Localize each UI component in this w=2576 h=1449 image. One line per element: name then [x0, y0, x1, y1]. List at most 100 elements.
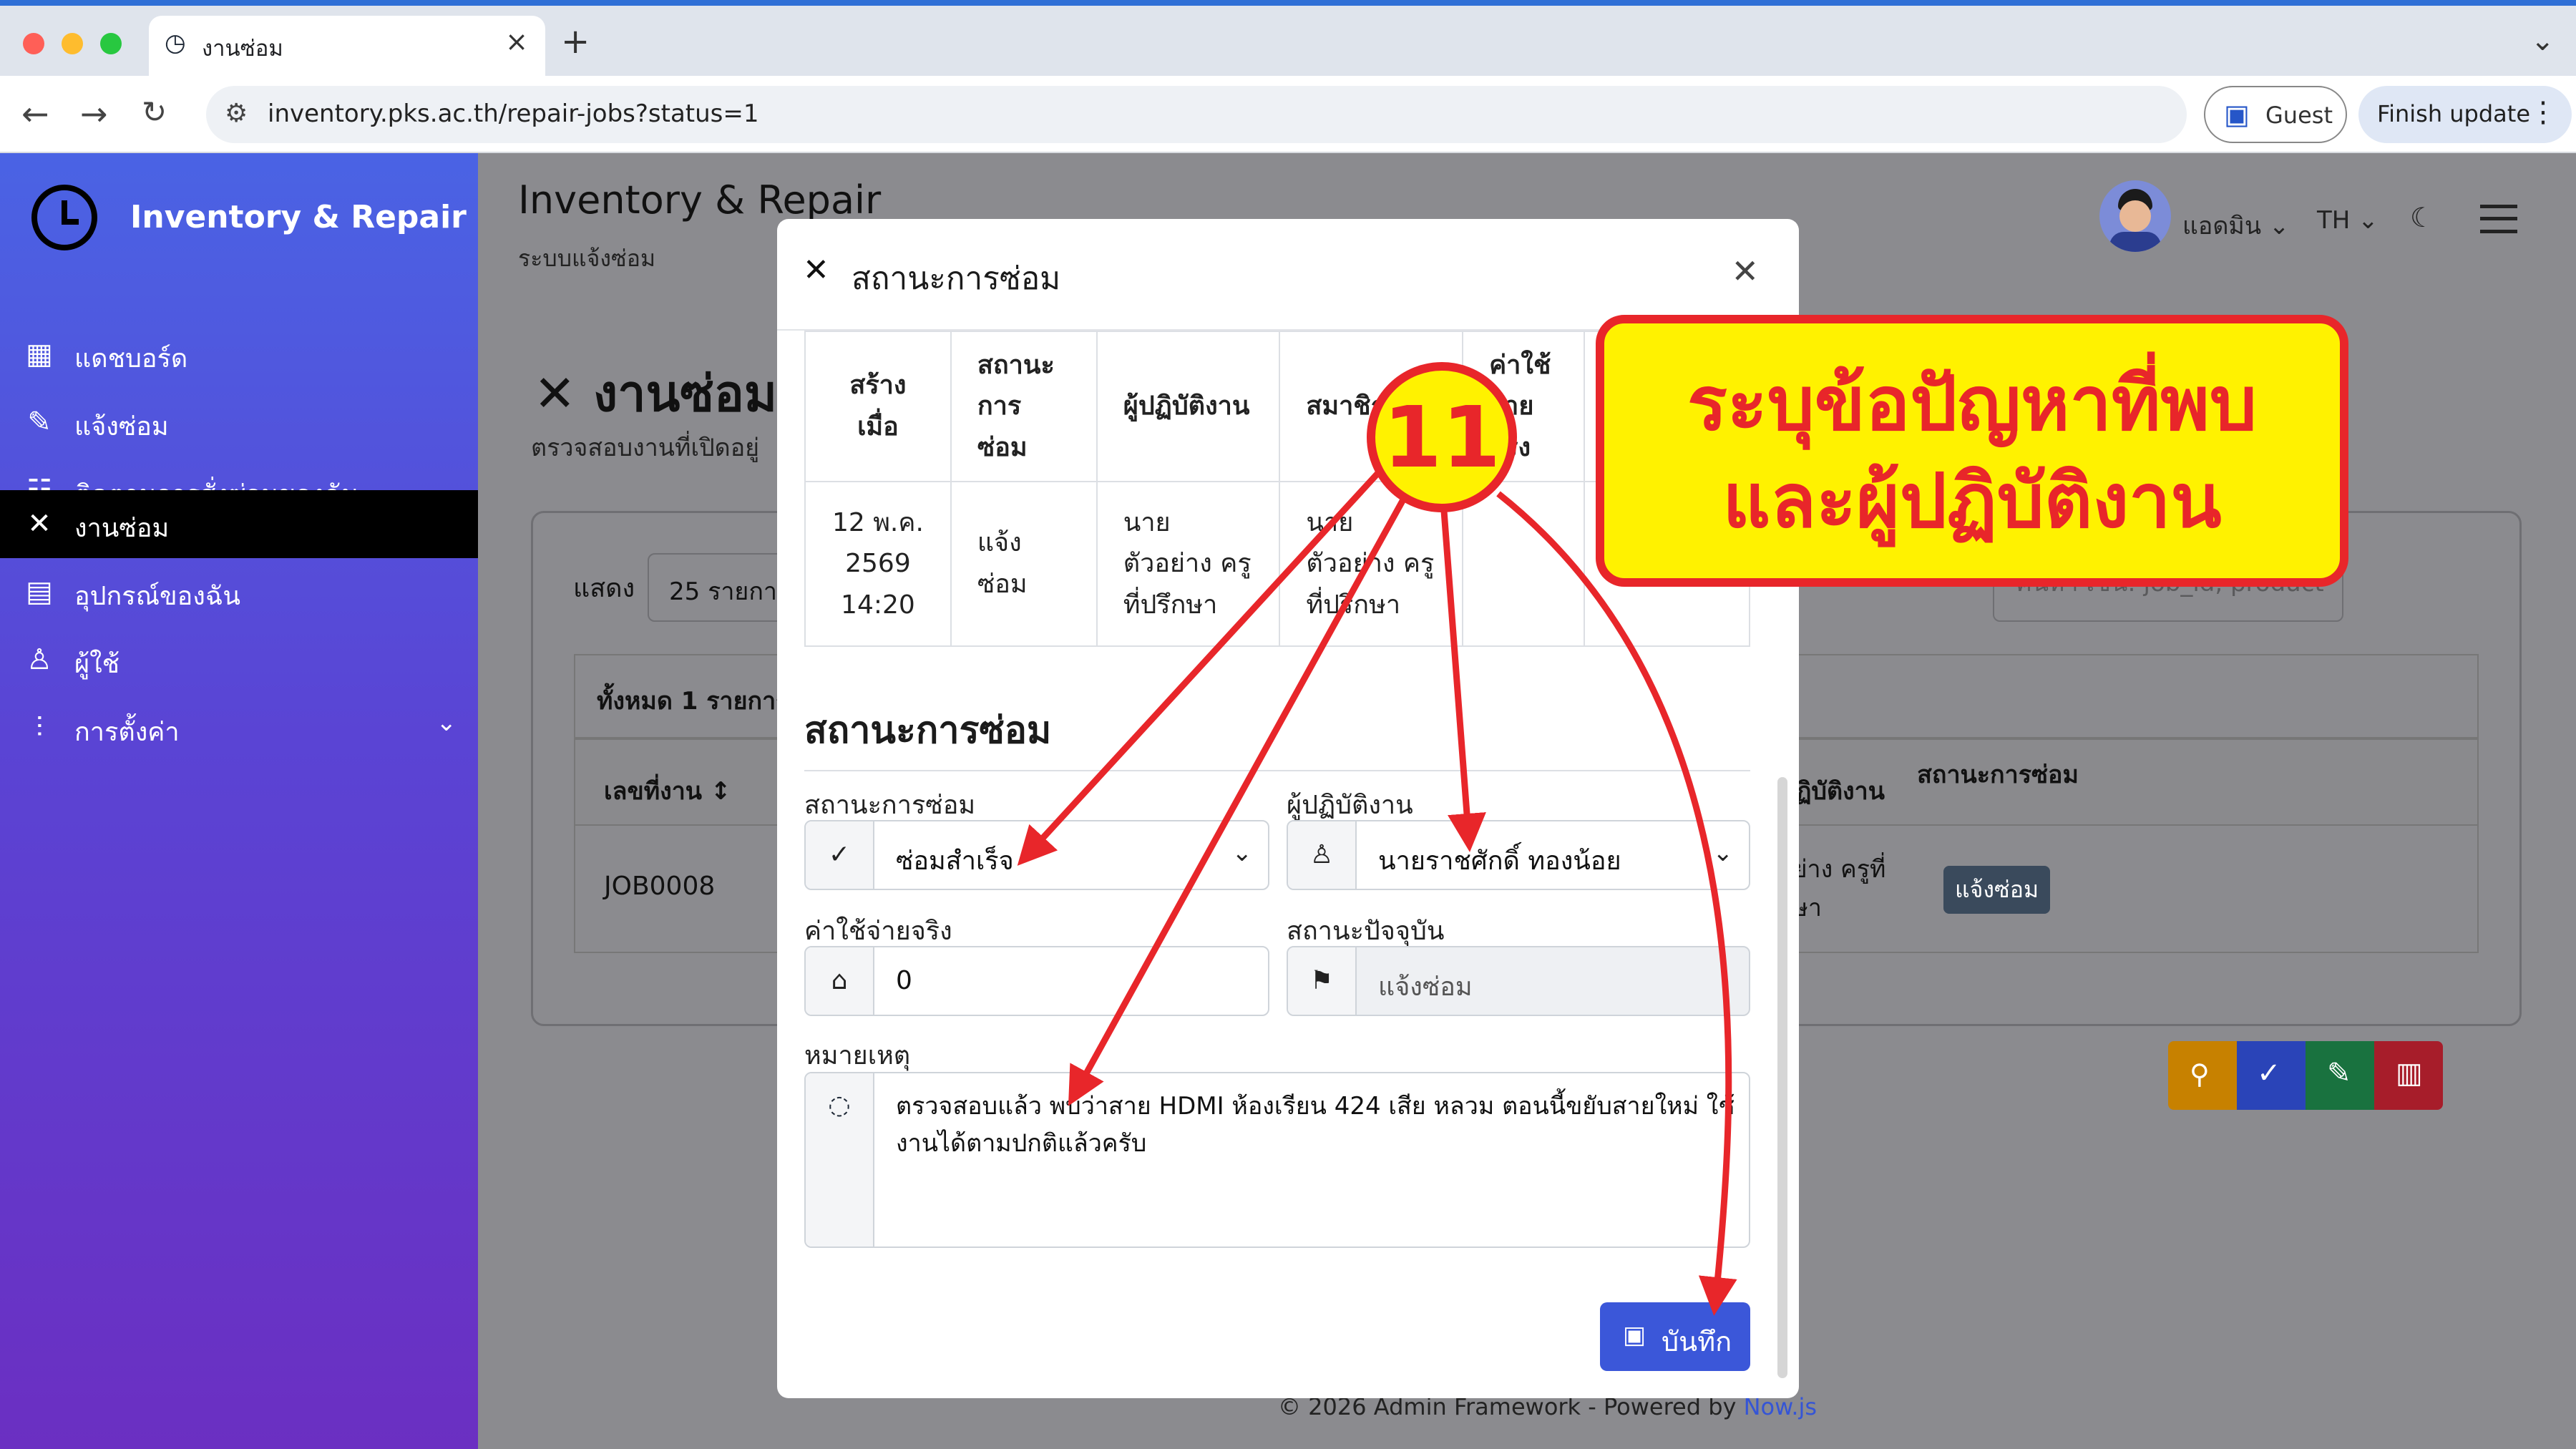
chevron-down-icon: ⌄ [1231, 839, 1253, 867]
cost-input[interactable]: ⌂ 0 [804, 946, 1269, 1016]
app-subtitle: ระบบแจ้งซ่อม [518, 245, 656, 272]
cost-label: ค่าใช้จ่ายจริง [804, 917, 952, 946]
finish-update-label: Finish update [2377, 100, 2531, 127]
callout-line-2: และผู้ปฏิบัติงาน [1722, 457, 2222, 545]
user-name: แอดมิน [2182, 212, 2262, 240]
cell-status: แจ้งซ่อม [950, 481, 1098, 647]
url-text: inventory.pks.ac.th/repair-jobs?status=1 [268, 99, 759, 128]
guest-profile-button[interactable]: ▣ Guest [2204, 86, 2347, 143]
sidebar-item-label: การตั้งค่า [74, 718, 180, 747]
status-select[interactable]: ✓ ซ่อมสำเร็จ ⌄ [804, 820, 1269, 890]
col-job-label: เลขที่งาน [604, 777, 703, 806]
back-arrow-icon[interactable]: ← [21, 94, 49, 133]
col-technician: ผู้ปฏิบัติงาน [1096, 331, 1281, 482]
close-window-button[interactable] [23, 33, 44, 54]
note-text: ตรวจสอบแล้ว พบว่าสาย HDMI ห้องเรียน 424 … [896, 1092, 1735, 1158]
guest-label: Guest [2265, 102, 2333, 129]
status-label: สถานะการซ่อม [804, 791, 976, 820]
language-menu[interactable]: TH ⌄ [2317, 206, 2379, 235]
browser-tab-bar: ◷ งานซ่อม × + ⌄ [0, 0, 2576, 80]
sidebar-item-settings[interactable]: ⫶ การตั้งค่า ⌄ [0, 694, 478, 762]
view-button[interactable]: ⚲ [2168, 1041, 2237, 1110]
close-tab-icon[interactable]: × [505, 26, 528, 57]
approve-button[interactable]: ✓ [2237, 1041, 2306, 1110]
show-label: แสดง [573, 574, 635, 603]
reload-icon[interactable]: ↻ [142, 94, 167, 130]
step-number-badge: 11 [1367, 362, 1517, 512]
col-status: สถานะการซ่อม [950, 331, 1098, 482]
page-title: ✕ งานซ่อม [534, 364, 778, 423]
language-label: TH [2317, 206, 2351, 235]
browser-tab[interactable]: ◷ งานซ่อม × [149, 16, 545, 80]
page-heading-text: งานซ่อม [593, 364, 778, 423]
profile-icon: ▣ [2224, 99, 2250, 130]
row-job-id: JOB0008 [604, 872, 716, 901]
col-job-header[interactable]: เลขที่งาน ↕ [604, 771, 731, 810]
address-bar[interactable]: ⚙ inventory.pks.ac.th/repair-jobs?status… [206, 86, 2187, 143]
flag-icon: ⚑ [1288, 947, 1357, 1015]
sidebar-item-label: แจ้งซ่อม [74, 412, 169, 441]
sidebar-item-report[interactable]: ✎ แจ้งซ่อม [0, 389, 478, 457]
hamburger-menu-icon[interactable] [2480, 205, 2517, 233]
divider [804, 770, 1750, 771]
search-icon: ⚲ [2190, 1058, 2210, 1090]
settings-icon: ⫶ [36, 711, 43, 744]
report-icon: ✎ [27, 406, 52, 439]
instruction-callout: ระบุข้อปัญหาที่พบ และผู้ปฏิบัติงาน [1596, 315, 2348, 587]
status-badge: แจ้งซ่อม [1943, 866, 2051, 914]
delete-button[interactable]: ▥ [2374, 1041, 2443, 1110]
tab-list-chevron-icon[interactable]: ⌄ [2530, 24, 2555, 57]
cell-created: 12 พ.ค. 2569 14:20 [804, 481, 952, 647]
pencil-icon: ✎ [2327, 1057, 2351, 1090]
sidebar-item-label: ผู้ใช้ [74, 650, 120, 679]
save-icon: ▣ [1623, 1321, 1646, 1350]
brand-name: Inventory & Repair [130, 199, 467, 235]
col-created: สร้างเมื่อ [804, 331, 952, 482]
moon-icon[interactable]: ☾ [2410, 202, 2434, 233]
cost-input-value: 0 [896, 966, 912, 995]
sidebar-item-repair-jobs[interactable]: ✕ งานซ่อม [0, 490, 478, 558]
sidebar-item-label: แดชบอร์ด [74, 344, 188, 374]
tab-title: งานซ่อม [202, 36, 283, 62]
modal-scrollbar[interactable] [1777, 777, 1787, 1378]
finish-update-button[interactable]: Finish update ⋮ [2358, 86, 2572, 143]
note-textarea[interactable]: ◌ ตรวจสอบแล้ว พบว่าสาย HDMI ห้องเรียน 42… [804, 1072, 1750, 1248]
users-icon: ♙ [26, 643, 52, 676]
sidebar: Inventory & Repair ▦ แดชบอร์ด ✎ แจ้งซ่อม… [0, 153, 478, 1449]
dashboard-icon: ▦ [26, 338, 53, 371]
current-status-value: แจ้งซ่อม [1378, 972, 1473, 1002]
user-icon: ♙ [1288, 821, 1357, 889]
tools-icon: ✕ [803, 252, 829, 288]
maximize-window-button[interactable] [100, 33, 122, 54]
user-menu[interactable]: แอดมิน ⌄ [2182, 206, 2289, 245]
sidebar-item-label: อุปกรณ์ของฉัน [74, 582, 240, 611]
tools-icon: ✕ [27, 507, 52, 540]
new-tab-icon[interactable]: + [561, 21, 590, 62]
chevron-down-icon: ⌄ [436, 708, 457, 737]
save-button[interactable]: ▣ บันทึก [1600, 1302, 1750, 1371]
site-settings-icon[interactable]: ⚙ [225, 99, 248, 128]
page-subtitle: ตรวจสอบงานที่เปิดอยู่ [531, 434, 760, 462]
edit-button[interactable]: ✎ [2306, 1041, 2374, 1110]
trash-icon: ▥ [2396, 1057, 2423, 1090]
technician-label: ผู้ปฏิบัติงาน [1287, 791, 1413, 820]
avatar[interactable] [2099, 180, 2171, 252]
store-icon: ▤ [26, 575, 53, 608]
sidebar-item-dashboard[interactable]: ▦ แดชบอร์ด [0, 321, 478, 389]
close-icon[interactable]: ✕ [1731, 252, 1759, 291]
current-status-label: สถานะปัจจุบัน [1287, 917, 1445, 946]
comment-icon: ◌ [806, 1073, 874, 1246]
sidebar-item-label: งานซ่อม [74, 514, 170, 543]
minimize-window-button[interactable] [62, 33, 83, 54]
total-count: ทั้งหมด 1 รายการ [597, 687, 789, 716]
money-icon: ⌂ [806, 947, 874, 1015]
note-label: หมายเหตุ [804, 1041, 911, 1070]
forward-arrow-icon[interactable]: → [80, 94, 108, 133]
menu-dots-icon[interactable]: ⋮ [2529, 96, 2557, 129]
sidebar-item-my-equipment[interactable]: ▤ อุปกรณ์ของฉัน [0, 558, 478, 626]
chevron-down-icon: ⌄ [1712, 839, 1734, 867]
sidebar-item-users[interactable]: ♙ ผู้ใช้ [0, 626, 478, 694]
current-status-field: ⚑ แจ้งซ่อม [1287, 946, 1750, 1016]
clock-logo-icon [31, 185, 97, 250]
technician-select[interactable]: ♙ นายราชศักดิ์ ทองน้อย ⌄ [1287, 820, 1750, 890]
